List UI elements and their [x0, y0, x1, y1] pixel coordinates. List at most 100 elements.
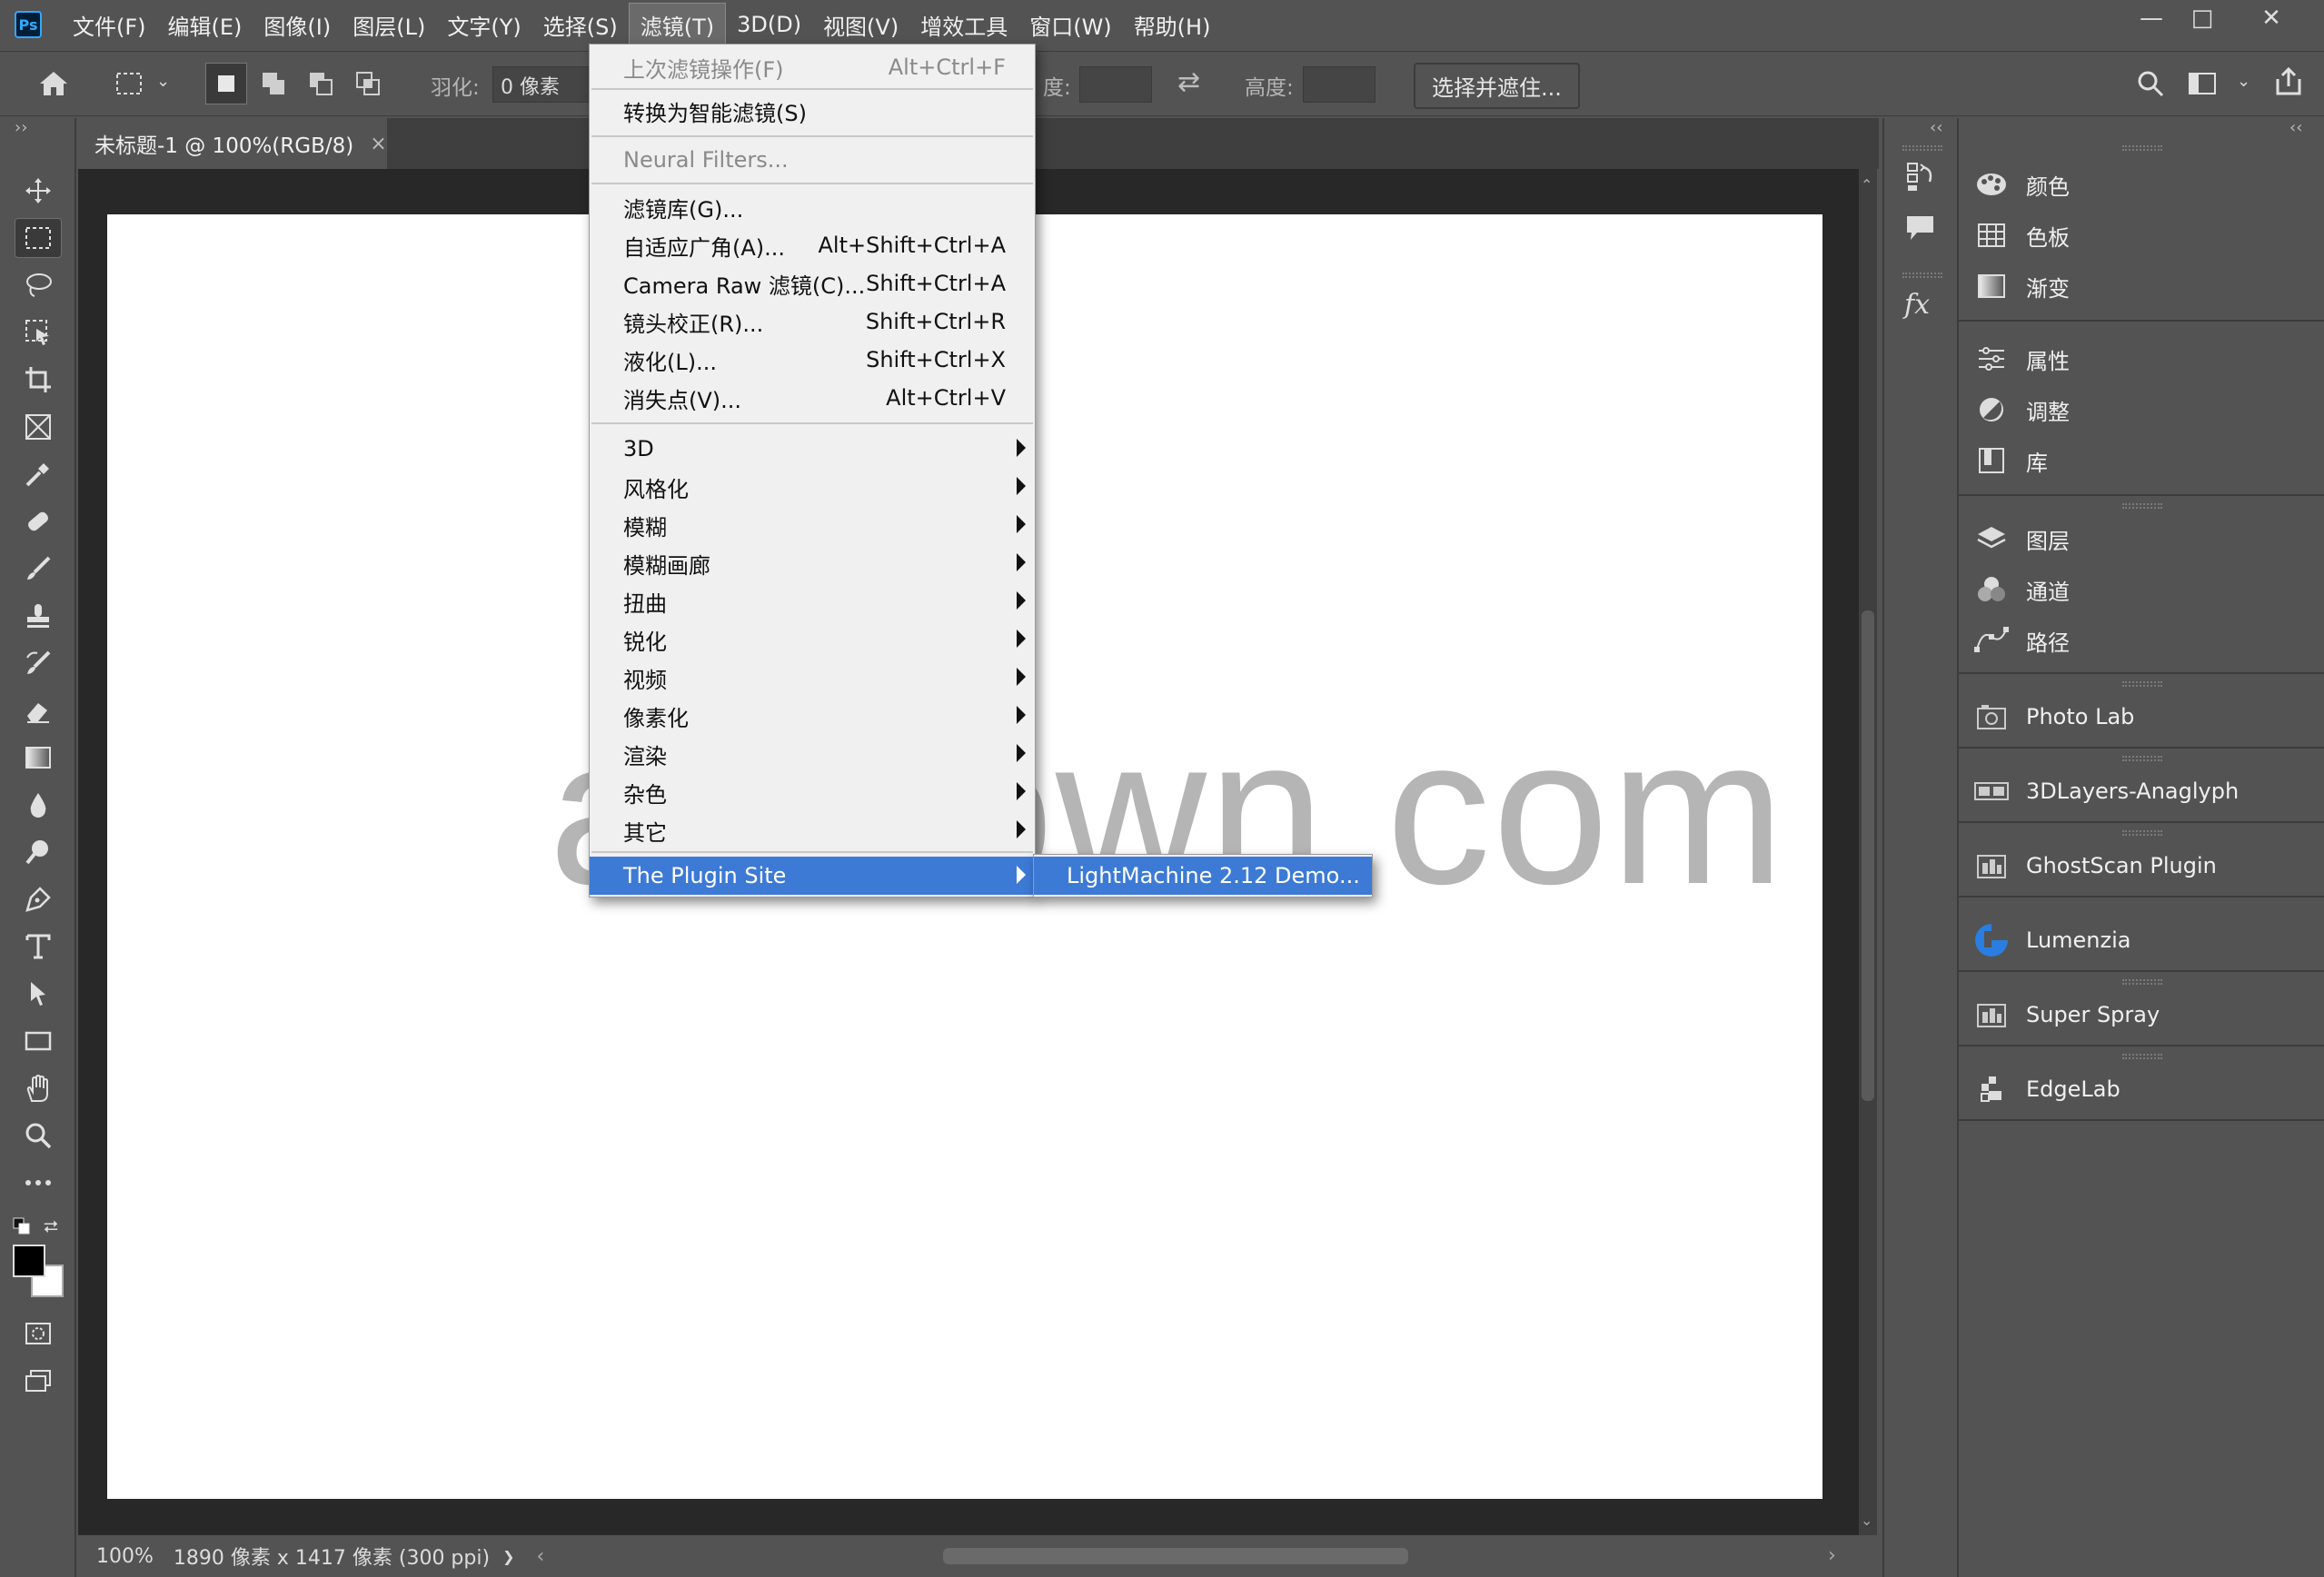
panel-item-swatches[interactable]: 色板 [1973, 213, 2070, 258]
fx-panel-icon[interactable]: fx [1904, 289, 1930, 321]
zoom-tool-icon[interactable] [15, 1116, 62, 1155]
object-selection-tool-icon[interactable] [15, 312, 62, 352]
menu-item-pixelate[interactable]: 像素化 [590, 697, 1035, 735]
workspace-icon[interactable] [2182, 63, 2224, 104]
menu-edit[interactable]: 编辑(E) [157, 4, 253, 46]
panel-dock-collapse-icon[interactable]: ‹‹ [2289, 118, 2302, 137]
pen-tool-icon[interactable] [15, 879, 62, 919]
healing-brush-tool-icon[interactable] [15, 501, 62, 541]
blur-tool-icon[interactable] [15, 785, 62, 825]
scroll-up-icon[interactable]: ⌃ [1861, 176, 1872, 193]
new-selection-icon[interactable] [205, 63, 247, 104]
height-input[interactable] [1303, 66, 1376, 103]
panel-item-adjustments[interactable]: 调整 [1973, 387, 2070, 432]
default-colors-icon[interactable] [13, 1217, 31, 1239]
scroll-down-icon[interactable]: ⌄ [1861, 1512, 1872, 1529]
quick-mask-icon[interactable] [15, 1314, 62, 1354]
eyedropper-tool-icon[interactable] [15, 454, 62, 494]
intersect-selection-icon[interactable] [347, 63, 389, 104]
menu-item-distort[interactable]: 扭曲 [590, 582, 1035, 620]
move-tool-icon[interactable] [15, 171, 62, 211]
photoshop-logo-icon[interactable]: Ps [15, 11, 42, 38]
scroll-right-icon[interactable]: › [1828, 1544, 1836, 1567]
menu-item-video[interactable]: 视频 [590, 659, 1035, 697]
hand-tool-icon[interactable] [15, 1068, 62, 1108]
workspace-chevron-icon[interactable]: ⌄ [2237, 72, 2250, 91]
screen-mode-icon[interactable] [15, 1361, 62, 1401]
menu-item-stylize[interactable]: 风格化 [590, 468, 1035, 506]
close-tab-icon[interactable]: × [370, 133, 386, 155]
zoom-level[interactable]: 100% [96, 1545, 154, 1568]
marquee-preset-icon[interactable] [109, 63, 151, 104]
panel-item-edgelab[interactable]: EdgeLab [1973, 1066, 2120, 1112]
menu-select[interactable]: 选择(S) [532, 4, 629, 46]
panel-item-super-spray[interactable]: Super Spray [1973, 992, 2160, 1037]
swap-icon[interactable]: ⇄ [1177, 66, 1200, 98]
crop-tool-icon[interactable] [15, 360, 62, 400]
panel-item-gradients[interactable]: 渐变 [1973, 263, 2070, 309]
dodge-tool-icon[interactable] [15, 832, 62, 872]
menu-item-neural-filters[interactable]: Neural Filters... [590, 141, 1035, 179]
panel-item-layers[interactable]: 图层 [1973, 516, 2070, 561]
menu-item-other[interactable]: 其它 [590, 811, 1035, 849]
gradient-tool-icon[interactable] [15, 738, 62, 778]
foreground-color-swatch[interactable] [13, 1245, 45, 1277]
subtract-selection-icon[interactable] [300, 63, 342, 104]
document-tab[interactable]: 未标题-1 @ 100%(RGB/8) × [78, 118, 387, 169]
panel-item-channels[interactable]: 通道 [1973, 567, 2070, 612]
home-icon[interactable] [33, 63, 74, 104]
vertical-scrollbar-thumb[interactable] [1862, 610, 1874, 1101]
menu-type[interactable]: 文字(Y) [436, 4, 531, 46]
menu-item-lens-correction[interactable]: 镜头校正(R)... Shift+Ctrl+R [590, 303, 1035, 341]
brush-tool-icon[interactable] [15, 549, 62, 589]
more-tools-icon[interactable] [15, 1163, 62, 1203]
menu-item-render[interactable]: 渲染 [590, 735, 1035, 773]
width-input[interactable] [1079, 66, 1152, 103]
menu-item-adaptive-wide-angle[interactable]: 自适应广角(A)... Alt+Shift+Ctrl+A [590, 226, 1035, 264]
clone-stamp-tool-icon[interactable] [15, 596, 62, 636]
menu-item-lightmachine[interactable]: LightMachine 2.12 Demo... [1034, 857, 1372, 895]
menu-item-convert-smart-filters[interactable]: 转换为智能滤镜(S) [590, 92, 1035, 130]
history-brush-tool-icon[interactable] [15, 643, 62, 683]
menu-item-filter-gallery[interactable]: 滤镜库(G)... [590, 188, 1035, 226]
menu-layer[interactable]: 图层(L) [342, 4, 436, 46]
menu-item-liquify[interactable]: 液化(L)... Shift+Ctrl+X [590, 341, 1035, 379]
menu-item-blur-gallery[interactable]: 模糊画廊 [590, 544, 1035, 582]
menu-file[interactable]: 文件(F) [62, 4, 157, 46]
menu-item-vanishing-point[interactable]: 消失点(V)... Alt+Ctrl+V [590, 379, 1035, 417]
menu-plugins[interactable]: 增效工具 [909, 4, 1018, 46]
path-selection-tool-icon[interactable] [15, 974, 62, 1014]
add-selection-icon[interactable] [253, 63, 294, 104]
select-and-mask-button[interactable]: 选择并遮住... [1414, 63, 1580, 109]
rectangular-marquee-tool-icon[interactable] [15, 218, 62, 258]
status-menu-arrow-icon[interactable]: ❯ [502, 1548, 514, 1565]
icon-column-collapse-icon[interactable]: ‹‹ [1930, 118, 1942, 137]
menu-item-camera-raw[interactable]: Camera Raw 滤镜(C)... Shift+Ctrl+A [590, 264, 1035, 303]
panel-item-photo-lab[interactable]: Photo Lab [1973, 694, 2134, 739]
panel-item-ghostscan-plugin[interactable]: GhostScan Plugin [1973, 843, 2217, 888]
menu-view[interactable]: 视图(V) [812, 4, 909, 46]
maximize-button[interactable]: □ [2166, 0, 2239, 36]
close-button[interactable]: ✕ [2235, 0, 2308, 36]
history-panel-icon[interactable] [1904, 160, 1937, 196]
panel-item-color[interactable]: 颜色 [1973, 162, 2070, 207]
menu-image[interactable]: 图像(I) [253, 4, 342, 46]
toolbar-collapse-icon[interactable]: ›› [15, 118, 27, 137]
comments-panel-icon[interactable] [1904, 213, 1937, 247]
scroll-left-icon[interactable]: ‹ [536, 1545, 544, 1568]
panel-item-libraries[interactable]: 库 [1973, 438, 2048, 483]
panel-item-lumenzia[interactable]: Lumenzia [1973, 917, 2131, 963]
type-tool-icon[interactable] [15, 927, 62, 967]
menu-window[interactable]: 窗口(W) [1018, 4, 1122, 46]
panel-item-3dlayers-anaglyph[interactable]: 3DLayers-Anaglyph [1973, 769, 2239, 814]
menu-filter[interactable]: 滤镜(T) [628, 2, 727, 47]
chevron-down-icon[interactable]: ⌄ [156, 72, 170, 91]
menu-item-the-plugin-site[interactable]: The Plugin Site [590, 857, 1035, 895]
menu-help[interactable]: 帮助(H) [1123, 4, 1222, 46]
share-icon[interactable] [2268, 61, 2309, 103]
frame-tool-icon[interactable] [15, 407, 62, 447]
menu-item-last-filter[interactable]: 上次滤镜操作(F) Alt+Ctrl+F [590, 48, 1035, 86]
panel-item-paths[interactable]: 路径 [1973, 618, 2070, 663]
eraser-tool-icon[interactable] [15, 690, 62, 730]
menu-item-noise[interactable]: 杂色 [590, 773, 1035, 811]
